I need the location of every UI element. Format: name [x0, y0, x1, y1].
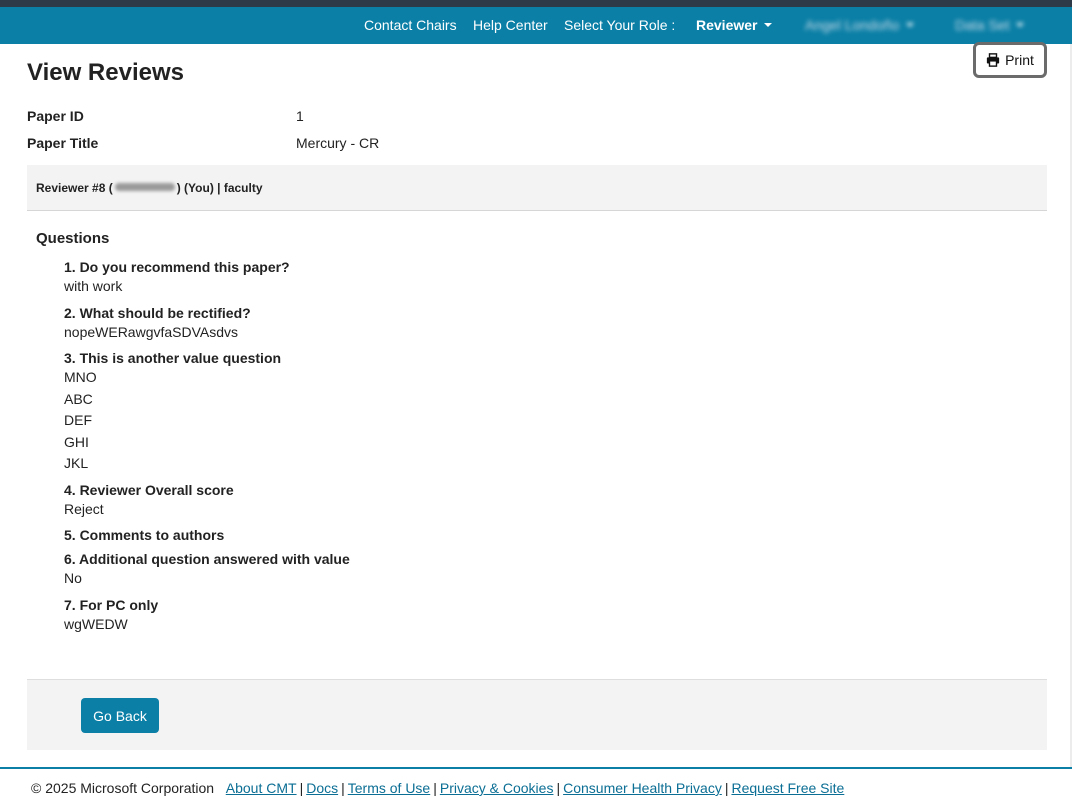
role-dropdown-label: Reviewer: [696, 17, 758, 33]
user-menu[interactable]: Angel Londoño: [805, 17, 915, 33]
print-button-label: Print: [1005, 52, 1034, 68]
footer-line: © 2025 Microsoft Corporation About CMT | D…: [31, 780, 844, 796]
question-item: 3. This is another value question MNO ABC D…: [64, 350, 964, 475]
footer-separator: |: [299, 780, 304, 796]
question-label: 5. Comments to authors: [64, 527, 225, 543]
footer-separator: |: [724, 780, 729, 796]
question-item: 7. For PC only wgWEDW: [64, 597, 964, 636]
questions-list: 1. Do you recommend this paper? with work…: [64, 259, 964, 642]
footer-link[interactable]: Docs: [306, 780, 338, 796]
question-label: 4. Reviewer Overall score: [64, 481, 234, 498]
question-label: 3. This is another value question: [64, 350, 282, 366]
footer-separator: |: [556, 780, 561, 796]
question-item: 2. What should be rectified? nopeWERawgvf…: [64, 305, 964, 344]
redacted-name: [114, 183, 175, 191]
footer-link[interactable]: Consumer Health Privacy: [563, 780, 722, 796]
footer-spacer: [218, 780, 226, 796]
contact-chairs-link[interactable]: Contact Chairs: [364, 17, 457, 33]
navbar: Contact Chairs Help Center Select Your R…: [0, 7, 1072, 44]
copyright-text: © 2025 Microsoft Corporation: [31, 780, 215, 796]
question-item: 1. Do you recommend this paper? with work: [64, 259, 964, 298]
footer-link[interactable]: Terms of Use: [348, 780, 430, 796]
question-answer: JKL: [64, 455, 89, 471]
paper-id-label: Paper ID: [27, 108, 84, 124]
question-answer: Reject: [64, 500, 104, 517]
reviewer-info: Reviewer #8 ( ) (You) | faculty: [36, 181, 263, 195]
go-back-button[interactable]: Go Back: [81, 698, 159, 733]
chevron-down-icon: [1016, 23, 1025, 27]
questions-heading: Questions: [36, 230, 110, 247]
reviewer-prefix: Reviewer #8 (: [36, 181, 113, 195]
user-menu-label: Angel Londoño: [805, 17, 900, 33]
footer-link[interactable]: Privacy & Cookies: [440, 780, 554, 796]
paper-title-value: Mercury - CR: [296, 135, 380, 151]
question-item: 4. Reviewer Overall score Reject: [64, 482, 964, 521]
select-role-label: Select Your Role :: [564, 17, 676, 33]
question-answer: wgWEDW: [64, 615, 128, 632]
question-label: 2. What should be rectified?: [64, 304, 251, 321]
footer-separator: |: [433, 780, 437, 796]
role-dropdown[interactable]: Reviewer: [696, 17, 773, 33]
footer-link[interactable]: Request Free Site: [731, 780, 844, 796]
question-answer: DEF: [64, 412, 92, 428]
question-answer: ABC: [64, 390, 93, 407]
question-answer: No: [64, 570, 82, 586]
question-answer: with work: [64, 278, 123, 294]
question-label: 1. Do you recommend this paper?: [64, 259, 290, 275]
help-center-link[interactable]: Help Center: [473, 17, 548, 33]
extra-menu-label: Data Set: [955, 17, 1010, 33]
footer-separator: |: [341, 780, 345, 796]
footer-link[interactable]: About CMT: [226, 780, 297, 796]
printer-icon: [986, 53, 1000, 67]
actions-panel: Go Back: [27, 679, 1047, 750]
reviewer-header: Reviewer #8 ( ) (You) | faculty: [27, 165, 1047, 211]
question-answer: GHI: [64, 433, 89, 450]
page-footer: © 2025 Microsoft Corporation About CMT | D…: [0, 767, 1072, 799]
question-answer: MNO: [64, 369, 97, 385]
paper-id-value: 1: [296, 108, 304, 124]
top-strip: [0, 0, 1072, 7]
reviewer-suffix: ) (You) | faculty: [176, 181, 263, 195]
page-title: View Reviews: [27, 59, 184, 86]
question-item: 6. Additional question answered with val…: [64, 551, 964, 590]
question-answer: nopeWERawgvfaSDVAsdvs: [64, 323, 239, 340]
question-label: 6. Additional question answered with val…: [64, 551, 350, 567]
question-label: 7. For PC only: [64, 596, 159, 613]
question-item: 5. Comments to authors: [64, 527, 964, 544]
print-button[interactable]: Print: [973, 42, 1047, 78]
chevron-down-icon: [906, 23, 915, 27]
chevron-down-icon: [764, 23, 773, 27]
extra-menu[interactable]: Data Set: [955, 17, 1025, 33]
paper-title-label: Paper Title: [27, 135, 99, 151]
